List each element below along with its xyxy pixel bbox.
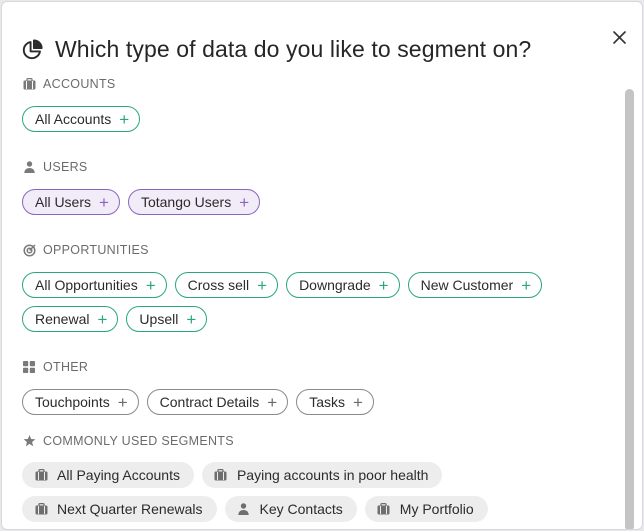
plus-icon: + <box>99 192 109 212</box>
segment-paying-accounts-poor-health[interactable]: Paying accounts in poor health <box>201 462 443 488</box>
plus-icon: + <box>145 275 156 295</box>
chip-label: Totango Users <box>140 194 232 210</box>
segment-label: Paying accounts in poor health <box>236 467 429 483</box>
chip-label: Contract Details <box>159 394 260 410</box>
section-other: OTHER <box>22 359 88 375</box>
briefcase-icon <box>34 502 48 516</box>
chip-new-customer[interactable]: New Customer + <box>407 272 543 298</box>
chip-label: All Accounts <box>35 111 112 127</box>
chip-label: Downgrade <box>299 277 371 293</box>
close-icon <box>612 30 626 44</box>
close-button[interactable] <box>610 28 628 46</box>
segment-label: Next Quarter Renewals <box>57 501 203 517</box>
plus-icon: + <box>267 392 278 412</box>
accounts-chips: All Accounts + <box>22 106 141 132</box>
segment-label: My Portfolio <box>399 501 474 517</box>
section-label-other: OTHER <box>43 360 89 374</box>
segment-next-quarter-renewals[interactable]: Next Quarter Renewals <box>22 496 217 522</box>
segment-all-paying-accounts[interactable]: All Paying Accounts <box>22 462 194 488</box>
section-label-opportunities: OPPORTUNITIES <box>43 243 149 257</box>
chip-label: Cross sell <box>187 277 250 293</box>
plus-icon: + <box>521 275 532 295</box>
plus-icon: + <box>97 309 108 329</box>
briefcase-icon <box>214 468 228 482</box>
segment-type-dialog: Which type of data do you like to segmen… <box>1 1 643 530</box>
users-chips: All Users + Totango Users + <box>22 189 261 215</box>
chip-upsell[interactable]: Upsell + <box>126 306 208 332</box>
chip-contract-details[interactable]: Contract Details + <box>146 389 289 415</box>
common-segments-row2: Next Quarter Renewals Key Contacts My Po… <box>22 496 488 522</box>
segment-label: All Paying Accounts <box>57 467 180 483</box>
grid-icon <box>22 360 36 374</box>
chip-all-opportunities[interactable]: All Opportunities + <box>22 272 167 298</box>
section-label-users: USERS <box>43 160 88 174</box>
section-accounts: ACCOUNTS <box>22 76 116 92</box>
opportunities-chips-row2: Renewal + Upsell + <box>22 306 208 332</box>
chip-label: Tasks <box>309 394 345 410</box>
person-icon <box>22 160 36 174</box>
section-common-segments: COMMONLY USED SEGMENTS <box>22 433 234 449</box>
plus-icon: + <box>186 309 197 329</box>
plus-icon: + <box>257 275 268 295</box>
chip-touchpoints[interactable]: Touchpoints + <box>22 389 139 415</box>
opportunities-chips-row1: All Opportunities + Cross sell + Downgra… <box>22 272 543 298</box>
dialog-title: Which type of data do you like to segmen… <box>55 35 532 62</box>
chip-totango-users[interactable]: Totango Users + <box>127 189 261 215</box>
segment-label: Key Contacts <box>259 501 343 517</box>
plus-icon: + <box>117 392 128 412</box>
briefcase-icon <box>377 502 391 516</box>
chip-label: All Opportunities <box>35 277 138 293</box>
scrollbar-thumb[interactable] <box>625 89 634 529</box>
plus-icon: + <box>119 109 130 129</box>
target-icon <box>22 243 36 257</box>
other-chips: Touchpoints + Contract Details + Tasks + <box>22 389 374 415</box>
segment-my-portfolio[interactable]: My Portfolio <box>364 496 488 522</box>
chip-label: Touchpoints <box>35 394 110 410</box>
chip-downgrade[interactable]: Downgrade + <box>286 272 400 298</box>
chip-renewal[interactable]: Renewal + <box>22 306 119 332</box>
plus-icon: + <box>378 275 389 295</box>
briefcase-icon <box>34 468 48 482</box>
plus-icon: + <box>352 392 363 412</box>
segment-key-contacts[interactable]: Key Contacts <box>224 496 357 522</box>
common-segments-row1: All Paying Accounts Paying accounts in p… <box>22 462 443 488</box>
chip-label: Upsell <box>139 311 179 327</box>
chip-label: All Users <box>35 194 92 210</box>
section-opportunities: OPPORTUNITIES <box>22 242 149 258</box>
section-label-accounts: ACCOUNTS <box>43 77 116 91</box>
chip-all-accounts[interactable]: All Accounts + <box>22 106 141 132</box>
chip-tasks[interactable]: Tasks + <box>296 389 374 415</box>
chip-cross-sell[interactable]: Cross sell + <box>174 272 279 298</box>
chip-all-users[interactable]: All Users + <box>22 189 120 215</box>
person-icon <box>237 502 251 516</box>
section-users: USERS <box>22 159 88 175</box>
chip-label: New Customer <box>420 277 514 293</box>
star-icon <box>22 434 36 448</box>
section-label-common: COMMONLY USED SEGMENTS <box>43 434 234 448</box>
briefcase-icon <box>22 77 36 91</box>
plus-icon: + <box>239 192 250 212</box>
chip-label: Renewal <box>35 311 90 327</box>
pie-chart-icon <box>21 38 44 61</box>
dialog-header: Which type of data do you like to segmen… <box>21 34 531 64</box>
